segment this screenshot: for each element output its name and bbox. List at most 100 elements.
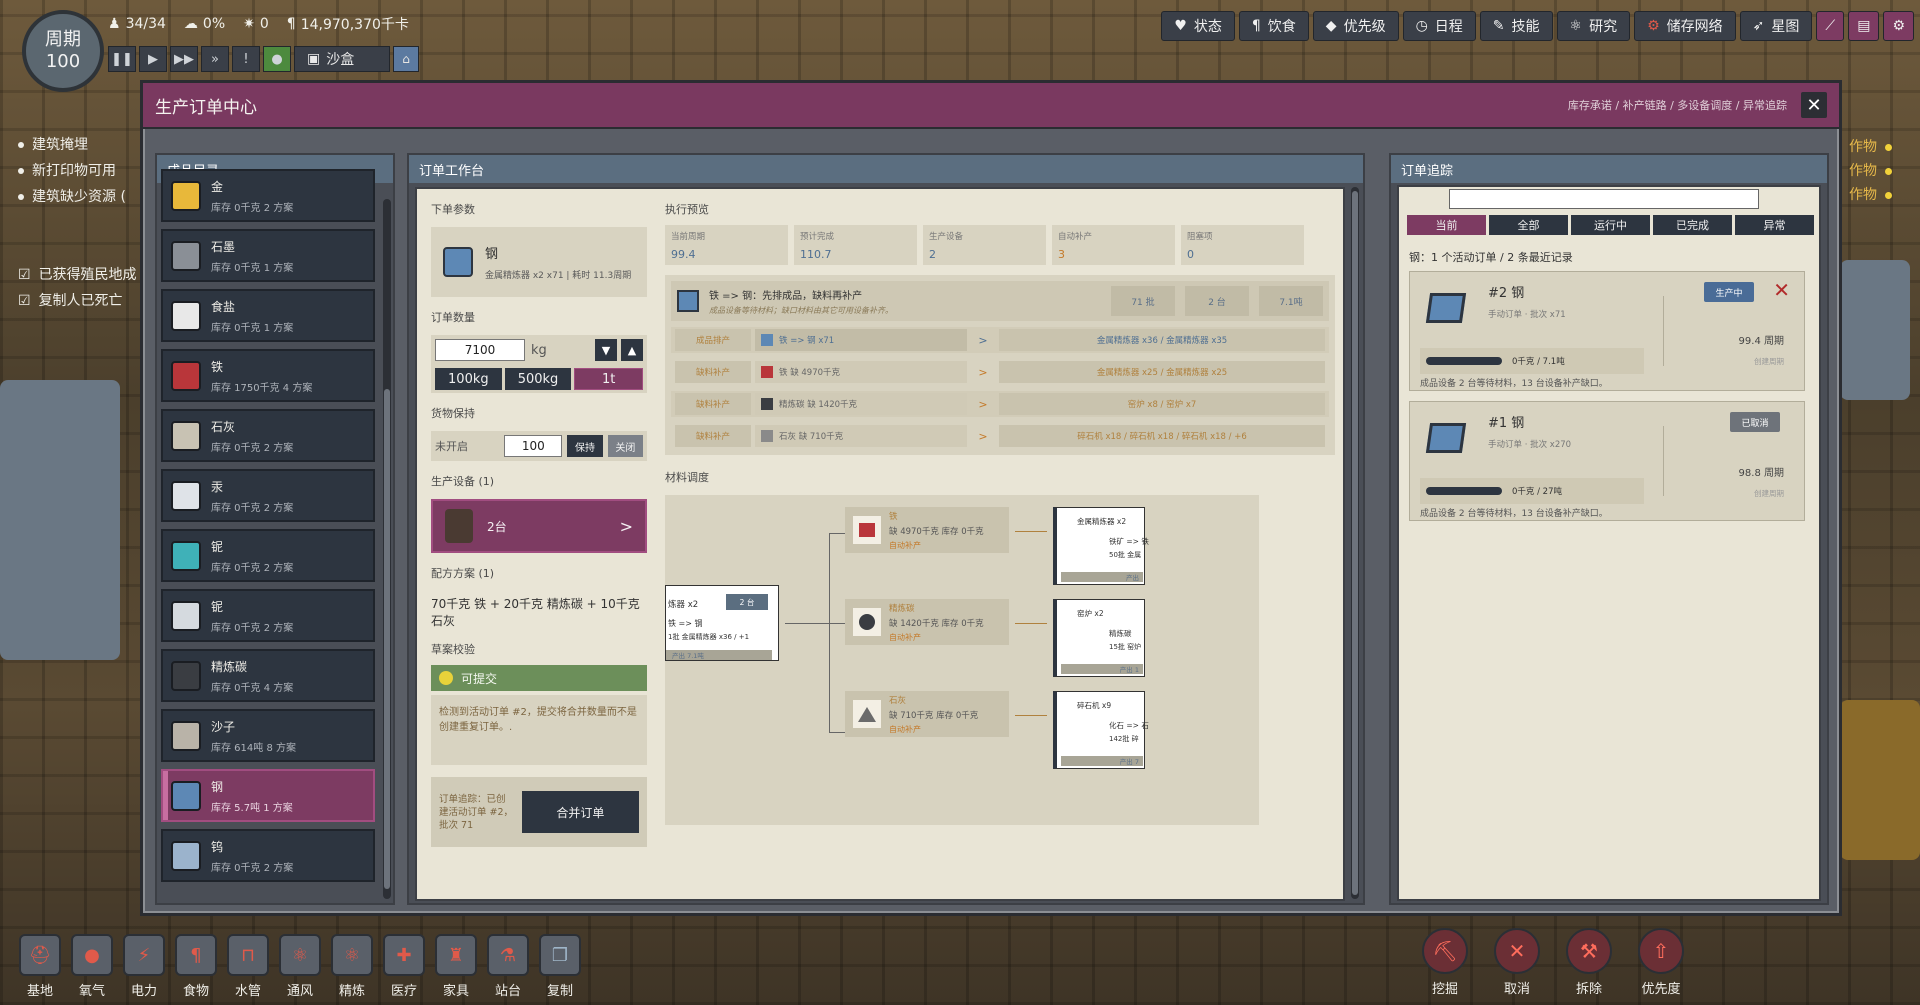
supply-node[interactable]: 金属精炼器 x2 铁矿 => 铁 50批 金属 产出 — [1053, 507, 1149, 585]
notification-item[interactable]: ☑ 复制人已死亡 — [18, 288, 137, 314]
scrollbar-thumb[interactable] — [1352, 191, 1358, 895]
catalog-item[interactable]: 食盐 库存 0千克 1 方案 — [161, 289, 375, 342]
material-node-lime[interactable]: 石灰缺 710千克 库存 0千克 自动补产 — [845, 691, 1009, 737]
build-station[interactable]: ⚗ 站台 — [486, 934, 530, 999]
catalog-item[interactable]: 精炼碳 库存 0千克 4 方案 — [161, 649, 375, 702]
build-copy[interactable]: ❐ 复制 — [538, 934, 582, 999]
menu-diet[interactable]: ¶ 饮食 — [1238, 11, 1309, 41]
qty-decrease-button[interactable]: ▼ — [595, 339, 617, 361]
pause-button[interactable]: ❚❚ — [108, 46, 136, 72]
notification-item[interactable]: 建筑缺少资源 ( — [18, 184, 137, 210]
equipment-selector[interactable]: 2台 > — [431, 499, 647, 553]
build-ventilation[interactable]: ⚛ 通风 — [278, 934, 322, 999]
tracking-tab[interactable]: 全部 — [1489, 215, 1568, 235]
chain-row-devices[interactable]: 窑炉 x8 / 窑炉 x7 — [999, 393, 1325, 415]
catalog-item[interactable]: 铁库存 1750千克 4 方案 — [161, 349, 375, 402]
cycle-counter[interactable]: 周期 100 — [22, 10, 104, 92]
build-medical[interactable]: ✚ 医疗 — [382, 934, 426, 999]
catalog-item[interactable]: 钢库存 5.7吨 1 方案 — [161, 769, 375, 822]
tool-priority[interactable]: ⇧ 优先度 — [1632, 928, 1690, 997]
workbench-scrollbar[interactable] — [1351, 187, 1359, 899]
catalog-item[interactable]: 金库存 0千克 2 方案 — [161, 169, 375, 222]
chain-row-devices[interactable]: 金属精炼器 x36 / 金属精炼器 x35 — [999, 329, 1325, 351]
catalog-item[interactable]: 石灰 库存 0千克 2 方案 — [161, 409, 375, 462]
tracking-tab[interactable]: 已完成 — [1653, 215, 1732, 235]
catalog-item[interactable]: 铌库存 0千克 2 方案 — [161, 589, 375, 642]
crop-item[interactable]: 作物 — [1849, 159, 1892, 183]
tool-deconstruct[interactable]: ⚒ 拆除 — [1560, 928, 1618, 997]
qty-increase-button[interactable]: ▲ — [621, 339, 643, 361]
chain-row-input[interactable]: 石灰 缺 710千克 — [755, 425, 967, 447]
chain-row-devices[interactable]: 碎石机 x18 / 碎石机 x18 / 碎石机 x18 / +6 — [999, 425, 1325, 447]
stress-stat[interactable]: ☁ 0% — [184, 14, 225, 34]
preview-stat: 预计完成 110.7 — [794, 225, 917, 265]
material-node-iron[interactable]: 铁缺 4970千克 库存 0千克 自动补产 — [845, 507, 1009, 553]
overlay-button[interactable]: ● — [263, 46, 291, 72]
catalog-item[interactable]: 石墨 库存 0千克 1 方案 — [161, 229, 375, 282]
qty-preset-button[interactable]: 1t — [574, 368, 644, 390]
speed-3-button[interactable]: » — [201, 46, 229, 72]
cancel-order-button[interactable]: ✕ — [1773, 280, 1790, 300]
menu-codex[interactable]: ▤ — [1848, 11, 1880, 41]
qty-preset-button[interactable]: 500kg — [504, 368, 572, 390]
catalog-item[interactable]: 钨库存 0千克 2 方案 — [161, 829, 375, 882]
order-search-input[interactable] — [1449, 189, 1759, 209]
catalog-item[interactable]: 沙子 库存 614吨 8 方案 — [161, 709, 375, 762]
alert-button[interactable]: ! — [232, 46, 260, 72]
build-refining[interactable]: ⚛ 精炼 — [330, 934, 374, 999]
notification-item[interactable]: 建筑掩埋 — [18, 132, 137, 158]
crop-item[interactable]: 作物 — [1849, 183, 1892, 207]
build-oxygen[interactable]: ● 氧气 — [70, 934, 114, 999]
build-power[interactable]: ⚡ 电力 — [122, 934, 166, 999]
home-button[interactable]: ⌂ — [393, 46, 419, 72]
build-base[interactable]: ⛑ 基地 — [18, 934, 62, 999]
menu-status[interactable]: ♥ 状态 — [1161, 11, 1235, 41]
hold-close-button[interactable]: 关闭 — [607, 435, 643, 457]
supply-node[interactable]: 碎石机 x9 化石 => 石 142批 碎 产出 7 — [1053, 691, 1149, 769]
menu-schedule[interactable]: ◷ 日程 — [1402, 11, 1476, 41]
menu-report[interactable]: ⟋ — [1816, 11, 1845, 41]
quantity-input[interactable]: 7100 — [435, 339, 525, 361]
menu-starmap[interactable]: ➶ 星图 — [1739, 11, 1813, 41]
speed-1-button[interactable]: ▶ — [139, 46, 167, 72]
menu-priority[interactable]: ◆ 优先级 — [1312, 11, 1399, 41]
menu-research[interactable]: ⚛ 研究 — [1556, 11, 1631, 41]
scrollbar-thumb[interactable] — [384, 389, 390, 889]
catalog-item[interactable]: 汞库存 0千克 2 方案 — [161, 469, 375, 522]
chain-row-input[interactable]: 精炼碳 缺 1420千克 — [755, 393, 967, 415]
tracking-tab[interactable]: 当前 — [1407, 215, 1486, 235]
close-button[interactable]: ✕ — [1801, 92, 1827, 118]
notification-item[interactable]: ☑ 已获得殖民地成 — [18, 262, 137, 288]
order-card[interactable]: #1 钢手动订单 · 批次 x270 已取消 0千克 / 27吨 98.8 周期 创建周… — [1409, 401, 1805, 521]
menu-skills[interactable]: ✎ 技能 — [1479, 11, 1553, 41]
qty-preset-button[interactable]: 100kg — [435, 368, 502, 390]
calories-stat[interactable]: ¶ 14,970,370千卡 — [287, 14, 409, 34]
order-card[interactable]: #2 钢手动订单 · 批次 x71 生产中 ✕ 0千克 / 7.1吨 99.4 周期 创建… — [1409, 271, 1805, 391]
chain-rows: 成品排产 铁 => 钢 x71 > 金属精炼器 x36 / 金属精炼器 x35 缺料补产… — [671, 327, 1329, 449]
hold-keep-button[interactable]: 保持 — [567, 435, 603, 457]
menu-storage-network[interactable]: ⚙ 储存网络 — [1634, 11, 1736, 41]
merge-order-button[interactable]: 合并订单 — [521, 791, 639, 833]
catalog-item[interactable]: 铌库存 0千克 2 方案 — [161, 529, 375, 582]
supply-node[interactable]: 窑炉 x2 精炼碳 15批 窑炉 产出 1 — [1053, 599, 1145, 677]
hold-amount-input[interactable]: 100 — [504, 435, 563, 457]
build-furniture[interactable]: ♜ 家具 — [434, 934, 478, 999]
chain-row-input[interactable]: 铁 缺 4970千克 — [755, 361, 967, 383]
tool-dig[interactable]: ⛏ 挖掘 — [1416, 928, 1474, 997]
material-node-carbon[interactable]: 精炼碳缺 1420千克 库存 0千克 自动补产 — [845, 599, 1009, 645]
duplicant-count[interactable]: ♟ 34/34 — [108, 14, 166, 34]
sandbox-button[interactable]: ▣ 沙盒 — [294, 46, 390, 72]
tracking-tab[interactable]: 异常 — [1735, 215, 1814, 235]
menu-settings[interactable]: ⚙ — [1883, 11, 1914, 41]
tool-cancel[interactable]: ✕ 取消 — [1488, 928, 1546, 997]
speed-2-button[interactable]: ▶▶ — [170, 46, 198, 72]
build-plumbing[interactable]: ⊓ 水管 — [226, 934, 270, 999]
chain-row-devices[interactable]: 金属精炼器 x25 / 金属精炼器 x25 — [999, 361, 1325, 383]
crop-item[interactable]: 作物 — [1849, 135, 1892, 159]
build-food[interactable]: ¶ 食物 — [174, 934, 218, 999]
tracking-tab[interactable]: 运行中 — [1571, 215, 1650, 235]
catalog-scrollbar[interactable] — [383, 199, 391, 899]
sick-stat[interactable]: ✷ 0 — [243, 14, 269, 34]
chain-row-input[interactable]: 铁 => 钢 x71 — [755, 329, 967, 351]
notification-item[interactable]: 新打印物可用 — [18, 158, 137, 184]
